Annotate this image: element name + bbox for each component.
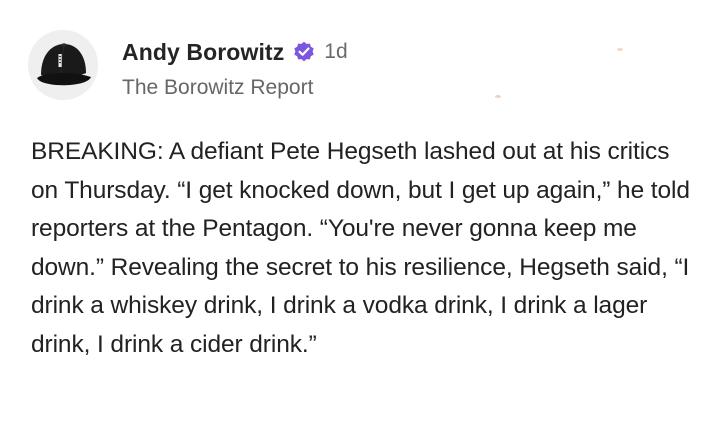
publication-name[interactable]: The Borowitz Report xyxy=(122,76,313,100)
verified-badge-icon xyxy=(293,41,315,63)
post-body-text: BREAKING: A defiant Pete Hegseth lashed … xyxy=(31,138,690,358)
author-name[interactable]: Andy Borowitz xyxy=(122,39,284,66)
post-card: Andy Borowitz 1d The Borowitz Report BRE… xyxy=(0,0,709,422)
background-speck xyxy=(617,48,623,51)
post-header: Andy Borowitz 1d The Borowitz Report xyxy=(28,30,688,108)
background-speck xyxy=(495,95,501,98)
author-row: Andy Borowitz 1d xyxy=(122,36,348,68)
post-timestamp: 1d xyxy=(324,40,348,63)
black-cap-avatar-icon xyxy=(28,30,98,100)
author-avatar[interactable] xyxy=(28,30,98,100)
